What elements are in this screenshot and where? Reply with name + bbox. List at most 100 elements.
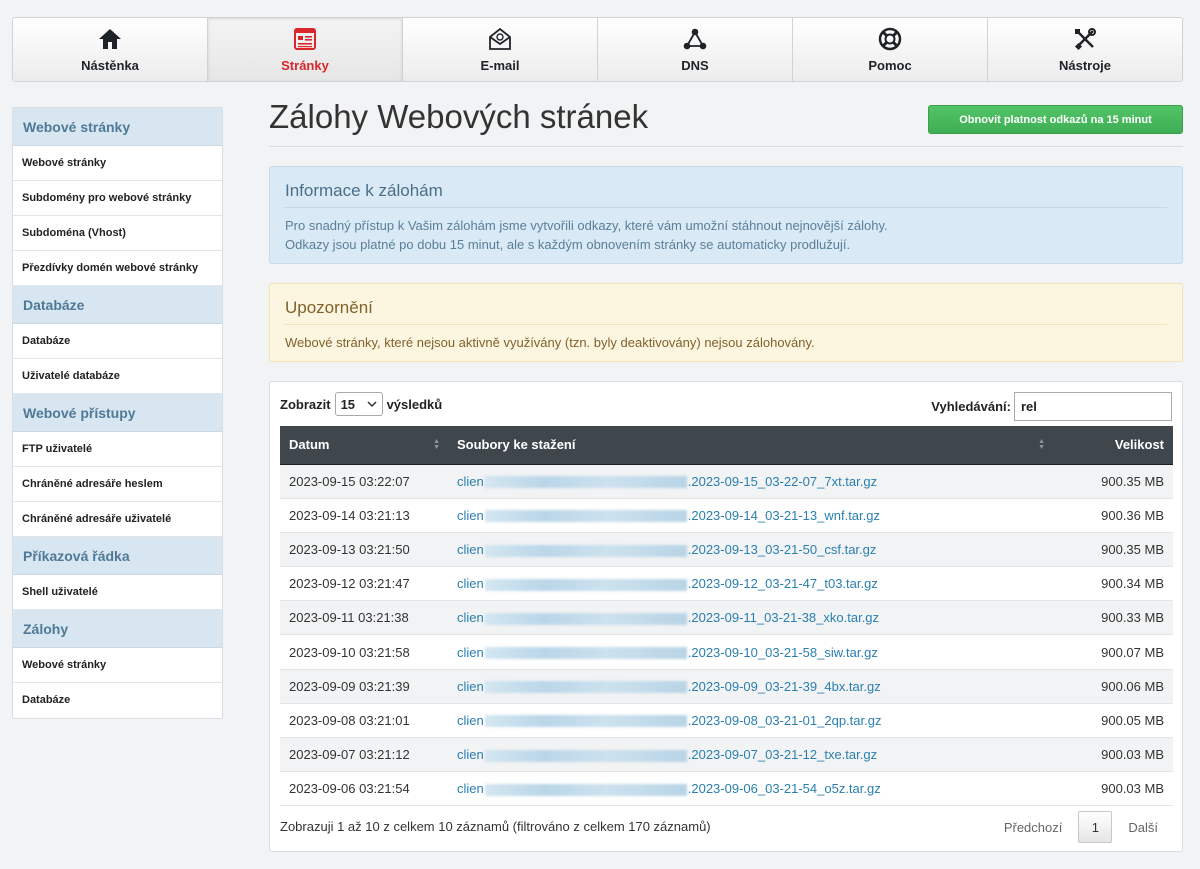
cell-size: 900.06 MB bbox=[1101, 678, 1164, 694]
file-suffix: .2023-09-08_03-21-01_2qp.tar.gz bbox=[687, 712, 882, 728]
redacted-filename bbox=[484, 544, 687, 557]
download-link[interactable]: clien .2023-09-12_03-21-47_t03.tar.gz bbox=[457, 576, 878, 591]
redacted-filename bbox=[484, 681, 687, 694]
cell-date: 2023-09-07 03:21:12 bbox=[289, 747, 410, 763]
column-header-soubory[interactable]: Soubory ke stažení ▲ ▼ bbox=[448, 426, 1053, 465]
cell-file: clien .2023-09-09_03-21-39_4bx.tar.gz bbox=[448, 669, 1053, 703]
table-header-row: Datum ▲ ▼ Soubory ke stažení ▲ ▼ Velikost bbox=[280, 426, 1173, 465]
sidebar-item-webove-stranky[interactable]: Webové stránky bbox=[13, 146, 222, 181]
cell-file: clien .2023-09-14_03-21-13_wnf.tar.gz bbox=[448, 498, 1053, 532]
redacted-filename bbox=[484, 715, 687, 728]
refresh-links-button[interactable]: Obnovit platnost odkazů na 15 minut bbox=[928, 105, 1183, 134]
download-link[interactable]: clien .2023-09-09_03-21-39_4bx.tar.gz bbox=[457, 679, 881, 694]
cell-date: 2023-09-10 03:21:58 bbox=[289, 644, 410, 660]
search-control: Vyhledávání: bbox=[931, 392, 1172, 421]
info-panel-title: Informace k zálohám bbox=[285, 181, 1167, 208]
sidebar-item-subdomeny[interactable]: Subdomény pro webové stránky bbox=[13, 181, 222, 216]
sidebar-section-webove-stranky: Webové stránky bbox=[13, 108, 222, 146]
sidebar-item-databaze[interactable]: Databáze bbox=[13, 324, 222, 359]
nav-item-nastenka[interactable]: Nástěnka bbox=[13, 18, 208, 81]
sidebar-item-zalohy-databaze[interactable]: Databáze bbox=[13, 683, 222, 718]
cell-file: clien .2023-09-12_03-21-47_t03.tar.gz bbox=[448, 567, 1053, 601]
page-size-value: 15 bbox=[340, 396, 356, 412]
email-icon bbox=[489, 27, 511, 50]
page-button-1[interactable]: 1 bbox=[1078, 811, 1113, 843]
results-label: výsledků bbox=[386, 396, 443, 412]
cell-size: 900.35 MB bbox=[1101, 541, 1164, 557]
previous-page-button[interactable]: Předchozí bbox=[992, 820, 1075, 835]
table-row: 2023-09-09 03:21:39 clien .2023-09-09_03-2… bbox=[280, 669, 1173, 704]
show-label: Zobrazit bbox=[280, 396, 331, 412]
cell-date: 2023-09-06 03:21:54 bbox=[289, 781, 410, 797]
sidebar-item-subdomena-vhost[interactable]: Subdoména (Vhost) bbox=[13, 216, 222, 251]
file-prefix: clien bbox=[457, 644, 484, 660]
cell-date: 2023-09-14 03:21:13 bbox=[289, 507, 410, 523]
page-size-control: Zobrazit 15 výsledků bbox=[280, 392, 442, 416]
search-input[interactable] bbox=[1014, 392, 1172, 421]
nav-item-nastroje[interactable]: Nástroje bbox=[988, 18, 1182, 81]
sidebar-item-chranene-adresare-heslem[interactable]: Chráněné adresáře heslem bbox=[13, 467, 222, 502]
download-link[interactable]: clien .2023-09-13_03-21-50_csf.tar.gz bbox=[457, 542, 876, 557]
sidebar-item-shell-uzivatele[interactable]: Shell uživatelé bbox=[13, 575, 222, 610]
cell-file: clien .2023-09-11_03-21-38_xko.tar.gz bbox=[448, 601, 1053, 635]
sidebar-section-zalohy: Zálohy bbox=[13, 610, 222, 648]
table-info-text: Zobrazuji 1 až 10 z celkem 10 záznamů (f… bbox=[280, 819, 711, 834]
sidebar-item-uzivatele-databaze[interactable]: Uživatelé databáze bbox=[13, 359, 222, 394]
download-link[interactable]: clien .2023-09-14_03-21-13_wnf.tar.gz bbox=[457, 508, 880, 523]
cell-size: 900.36 MB bbox=[1101, 507, 1164, 523]
table-row: 2023-09-08 03:21:01 clien .2023-09-08_03-2… bbox=[280, 703, 1173, 738]
cell-file: clien .2023-09-07_03-21-12_txe.tar.gz bbox=[448, 738, 1053, 772]
file-suffix: .2023-09-10_03-21-58_siw.tar.gz bbox=[687, 644, 878, 660]
file-prefix: clien bbox=[457, 781, 484, 797]
pagination: Předchozí 1 Další bbox=[992, 811, 1170, 843]
cell-date: 2023-09-12 03:21:47 bbox=[289, 576, 410, 592]
download-link[interactable]: clien .2023-09-07_03-21-12_txe.tar.gz bbox=[457, 747, 877, 762]
file-suffix: .2023-09-15_03-22-07_7xt.tar.gz bbox=[687, 473, 878, 489]
file-suffix: .2023-09-09_03-21-39_4bx.tar.gz bbox=[687, 678, 881, 694]
redacted-filename bbox=[484, 647, 687, 660]
table-row: 2023-09-13 03:21:50 clien .2023-09-13_03-2… bbox=[280, 532, 1173, 567]
download-link[interactable]: clien .2023-09-10_03-21-58_siw.tar.gz bbox=[457, 645, 878, 660]
network-icon bbox=[683, 28, 707, 50]
file-prefix: clien bbox=[457, 576, 484, 592]
backups-table: Datum ▲ ▼ Soubory ke stažení ▲ ▼ Velikost … bbox=[280, 426, 1173, 806]
nav-item-dns[interactable]: DNS bbox=[598, 18, 793, 81]
search-label: Vyhledávání: bbox=[931, 399, 1011, 414]
download-link[interactable]: clien .2023-09-08_03-21-01_2qp.tar.gz bbox=[457, 713, 881, 728]
column-header-velikost[interactable]: Velikost bbox=[1053, 426, 1173, 465]
sidebar-item-ftp-uzivatele[interactable]: FTP uživatelé bbox=[13, 432, 222, 467]
info-panel: Informace k zálohám Pro snadný přístup k… bbox=[269, 166, 1183, 264]
download-link[interactable]: clien .2023-09-15_03-22-07_7xt.tar.gz bbox=[457, 474, 877, 489]
redacted-filename bbox=[484, 510, 687, 523]
page-title: Zálohy Webových stránek bbox=[269, 98, 649, 135]
sidebar-item-zalohy-webove-stranky[interactable]: Webové stránky bbox=[13, 648, 222, 683]
cell-date: 2023-09-11 03:21:38 bbox=[289, 610, 409, 626]
cell-date: 2023-09-15 03:22:07 bbox=[289, 473, 410, 489]
sort-icon: ▲ ▼ bbox=[433, 438, 440, 451]
info-panel-line-2: Odkazy jsou platné po dobu 15 minut, ale… bbox=[285, 237, 851, 252]
tools-icon bbox=[1074, 28, 1096, 51]
next-page-button[interactable]: Další bbox=[1116, 820, 1170, 835]
download-link[interactable]: clien .2023-09-11_03-21-38_xko.tar.gz bbox=[457, 610, 879, 625]
nav-item-pomoc[interactable]: Pomoc bbox=[793, 18, 988, 81]
file-prefix: clien bbox=[457, 610, 484, 626]
column-header-label: Soubory ke stažení bbox=[457, 437, 576, 453]
nav-label: Stránky bbox=[281, 58, 329, 73]
page-size-select[interactable]: 15 bbox=[334, 392, 383, 416]
redacted-filename bbox=[484, 749, 687, 762]
column-header-datum[interactable]: Datum ▲ ▼ bbox=[280, 426, 448, 465]
file-suffix: .2023-09-06_03-21-54_o5z.tar.gz bbox=[687, 781, 881, 797]
cell-file: clien .2023-09-15_03-22-07_7xt.tar.gz bbox=[448, 464, 1053, 498]
sidebar-item-prezdivky-domen[interactable]: Přezdívky domén webové stránky bbox=[13, 251, 222, 286]
warning-panel: Upozornění Webové stránky, které nejsou … bbox=[269, 283, 1183, 362]
table-row: 2023-09-06 03:21:54 clien .2023-09-06_03-2… bbox=[280, 771, 1173, 806]
file-suffix: .2023-09-14_03-21-13_wnf.tar.gz bbox=[687, 507, 880, 523]
nav-label: DNS bbox=[681, 58, 709, 73]
sidebar-item-chranene-adresare-uzivatele[interactable]: Chráněné adresáře uživatelé bbox=[13, 502, 222, 537]
nav-item-stranky[interactable]: Stránky bbox=[208, 18, 403, 81]
nav-item-email[interactable]: E-mail bbox=[403, 18, 598, 81]
redacted-filename bbox=[484, 783, 687, 796]
download-link[interactable]: clien .2023-09-06_03-21-54_o5z.tar.gz bbox=[457, 781, 881, 796]
nav-label: Nástroje bbox=[1058, 58, 1112, 73]
table-row: 2023-09-12 03:21:47 clien .2023-09-12_03-2… bbox=[280, 566, 1173, 601]
